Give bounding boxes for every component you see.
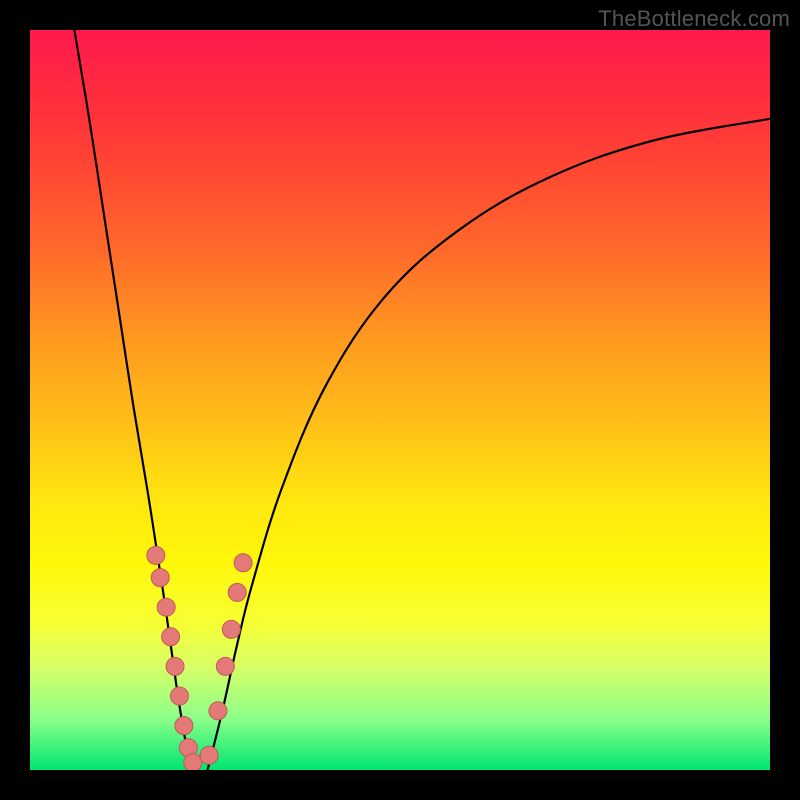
right-dots-group xyxy=(200,554,252,764)
plot-area xyxy=(30,30,770,770)
data-point xyxy=(234,554,252,572)
left-dots-group xyxy=(147,546,202,770)
data-point xyxy=(209,702,227,720)
data-point xyxy=(166,657,184,675)
data-point xyxy=(170,687,188,705)
data-point xyxy=(184,754,202,770)
chart-frame: TheBottleneck.com xyxy=(0,0,800,800)
data-point xyxy=(147,546,165,564)
data-point xyxy=(162,628,180,646)
curve-layer xyxy=(30,30,770,770)
data-point xyxy=(222,620,240,638)
data-point xyxy=(175,717,193,735)
data-point xyxy=(216,657,234,675)
watermark-text: TheBottleneck.com xyxy=(598,6,790,32)
data-point xyxy=(200,746,218,764)
data-point xyxy=(151,569,169,587)
data-point xyxy=(228,583,246,601)
data-point xyxy=(157,598,175,616)
right-branch-curve xyxy=(208,119,770,770)
